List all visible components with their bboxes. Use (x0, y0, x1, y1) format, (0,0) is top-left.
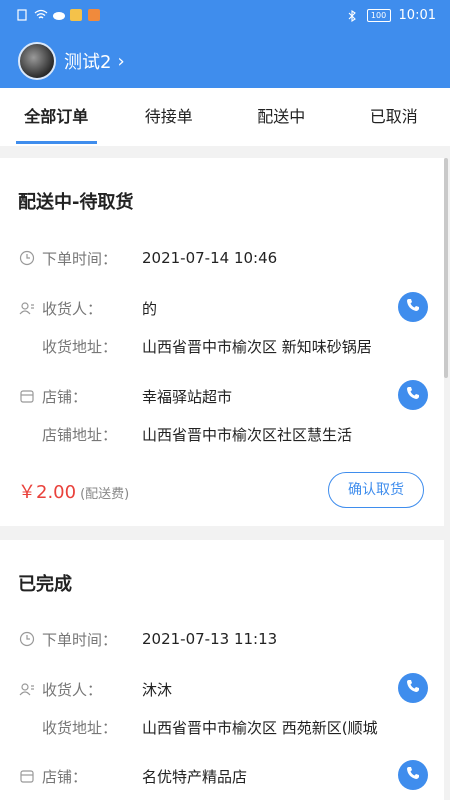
recipient-value: 的 (142, 299, 158, 318)
call-recipient-button[interactable] (398, 292, 428, 322)
avatar (18, 42, 56, 80)
order-time-row: 下单时间： 2021-07-14 10:46 (18, 244, 424, 272)
user-card-icon (18, 299, 36, 317)
address-row: 收货地址： 山西省晋中市榆次区 新知味砂锅居 (18, 332, 424, 360)
status-icons-right: 100 10:01 (347, 8, 436, 23)
order-tabs: 全部订单 待接单 配送中 已取消 (0, 88, 450, 146)
user-profile-link[interactable]: 测试2 › (18, 42, 125, 80)
order-status: 配送中-待取货 (18, 192, 134, 213)
clock-icon (18, 249, 36, 267)
order-time-label: 下单时间： (42, 249, 118, 268)
wifi-icon (34, 9, 48, 21)
shop-row: 店铺： 幸福驿站超市 (18, 382, 424, 410)
call-recipient-button[interactable] (398, 673, 428, 703)
order-time-value: 2021-07-14 10:46 (142, 249, 278, 267)
price-note: (配送费) (80, 487, 130, 502)
shop-label: 店铺： (42, 767, 88, 786)
recipient-label: 收货人： (42, 299, 103, 318)
shop-label: 店铺： (42, 387, 88, 406)
scrollbar[interactable] (444, 158, 448, 378)
status-bar: 100 10:01 (0, 0, 450, 34)
battery-indicator: 100 (366, 9, 391, 22)
recipient-value: 沐沐 (142, 680, 173, 699)
address-label: 收货地址： (42, 718, 118, 737)
user-card-icon (18, 680, 36, 698)
tab-all-orders[interactable]: 全部订单 (0, 88, 113, 146)
tab-pending[interactable]: 待接单 (113, 88, 226, 146)
bluetooth-icon (347, 9, 359, 22)
cloud-icon (52, 9, 65, 21)
order-card[interactable]: 配送中-待取货 下单时间： 2021-07-14 10:46 收货人： 的 收货… (0, 158, 444, 526)
order-time-value: 2021-07-13 11:13 (142, 630, 278, 648)
call-shop-button[interactable] (398, 760, 428, 790)
sim-icon (16, 9, 28, 21)
address-value: 山西省晋中市榆次区 西苑新区(顺城 (142, 718, 378, 737)
recipient-row: 收货人： 沐沐 (18, 675, 424, 703)
shop-value: 名优特产精品店 (142, 767, 248, 786)
order-time-row: 下单时间： 2021-07-13 11:13 (18, 625, 424, 653)
store-icon (18, 387, 36, 405)
shop-row: 店铺： 名优特产精品店 (18, 762, 424, 790)
app-notification-icon (88, 9, 100, 21)
address-value: 山西省晋中市榆次区 新知味砂锅居 (142, 337, 372, 356)
store-icon (18, 767, 36, 785)
address-label: 收货地址： (42, 337, 118, 356)
order-time-label: 下单时间： (42, 630, 118, 649)
phone-icon (405, 765, 421, 785)
confirm-pickup-button[interactable]: 确认取货 (328, 472, 424, 508)
address-row: 收货地址： 山西省晋中市榆次区 西苑新区(顺城 (18, 713, 424, 741)
recipient-row: 收货人： 的 (18, 294, 424, 322)
tab-cancelled[interactable]: 已取消 (338, 88, 450, 146)
shop-value: 幸福驿站超市 (142, 387, 233, 406)
shop-address-label: 店铺地址： (42, 425, 118, 444)
app-header: 100 10:01 测试2 › (0, 0, 450, 88)
phone-icon (405, 297, 421, 317)
order-status: 已完成 (18, 574, 72, 595)
shop-address-row: 店铺地址： 山西省晋中市榆次区社区慧生活 (18, 420, 424, 448)
delivery-fee: ￥2.00 (配送费) (18, 478, 129, 504)
notification-icon (70, 9, 82, 21)
shop-address-value: 山西省晋中市榆次区社区慧生活 (142, 425, 353, 444)
clock-icon (18, 630, 36, 648)
phone-icon (405, 678, 421, 698)
status-icons-left (16, 9, 100, 21)
phone-icon (405, 385, 421, 405)
username: 测试2 (64, 52, 112, 73)
call-shop-button[interactable] (398, 380, 428, 410)
recipient-label: 收货人： (42, 680, 103, 699)
price-amount: ￥2.00 (18, 482, 77, 503)
status-time: 10:01 (398, 8, 436, 23)
tab-delivering[interactable]: 配送中 (225, 88, 338, 146)
order-card[interactable]: 已完成 下单时间： 2021-07-13 11:13 收货人： 沐沐 收货地址：… (0, 540, 444, 800)
chevron-right-icon: › (117, 50, 125, 72)
